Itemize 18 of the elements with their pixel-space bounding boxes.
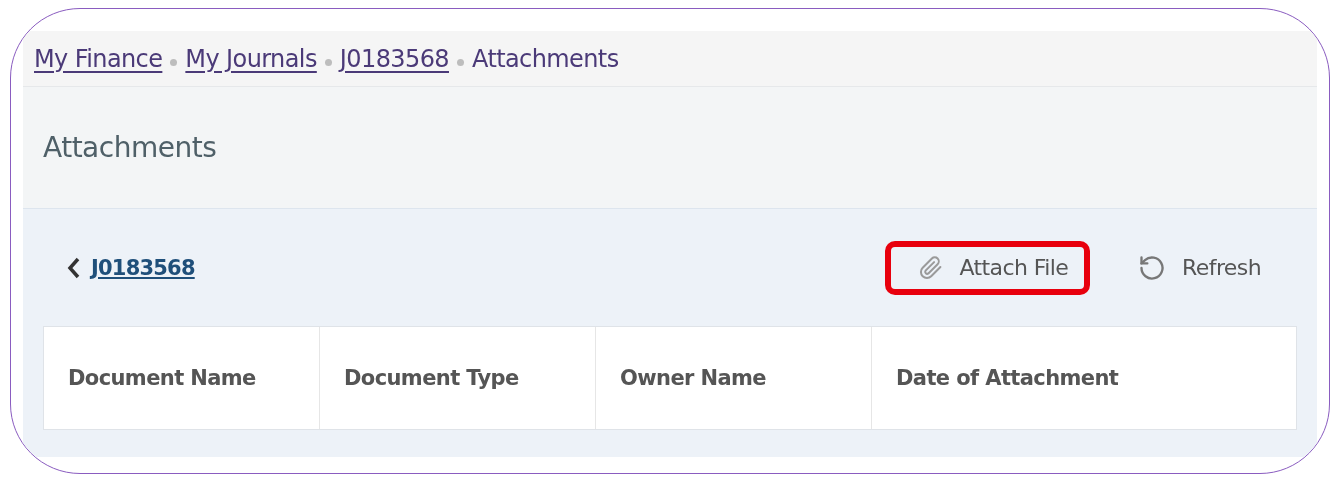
column-header: Owner Name [595,327,871,429]
column-header: Document Type [319,327,595,429]
chevron-left-icon [67,255,81,280]
breadcrumb-current: Attachments [472,44,619,73]
breadcrumb-link[interactable]: J0183568 [339,44,449,73]
page-title: Attachments [43,131,217,164]
separator-dot [170,59,178,66]
attach-file-button[interactable]: Attach File [885,240,1091,295]
column-header: Date of Attachment [871,327,1296,429]
refresh-button[interactable]: Refresh [1104,239,1283,296]
separator-dot [324,59,332,66]
back-link[interactable]: J0183568 [67,255,195,280]
refresh-icon [1138,253,1167,282]
column-header: Document Name [67,365,257,392]
paperclip-icon [919,254,944,281]
separator-dot [457,59,464,66]
breadcrumb-link[interactable]: My Finance [34,44,163,73]
breadcrumb-link[interactable]: My Journals [185,44,317,73]
